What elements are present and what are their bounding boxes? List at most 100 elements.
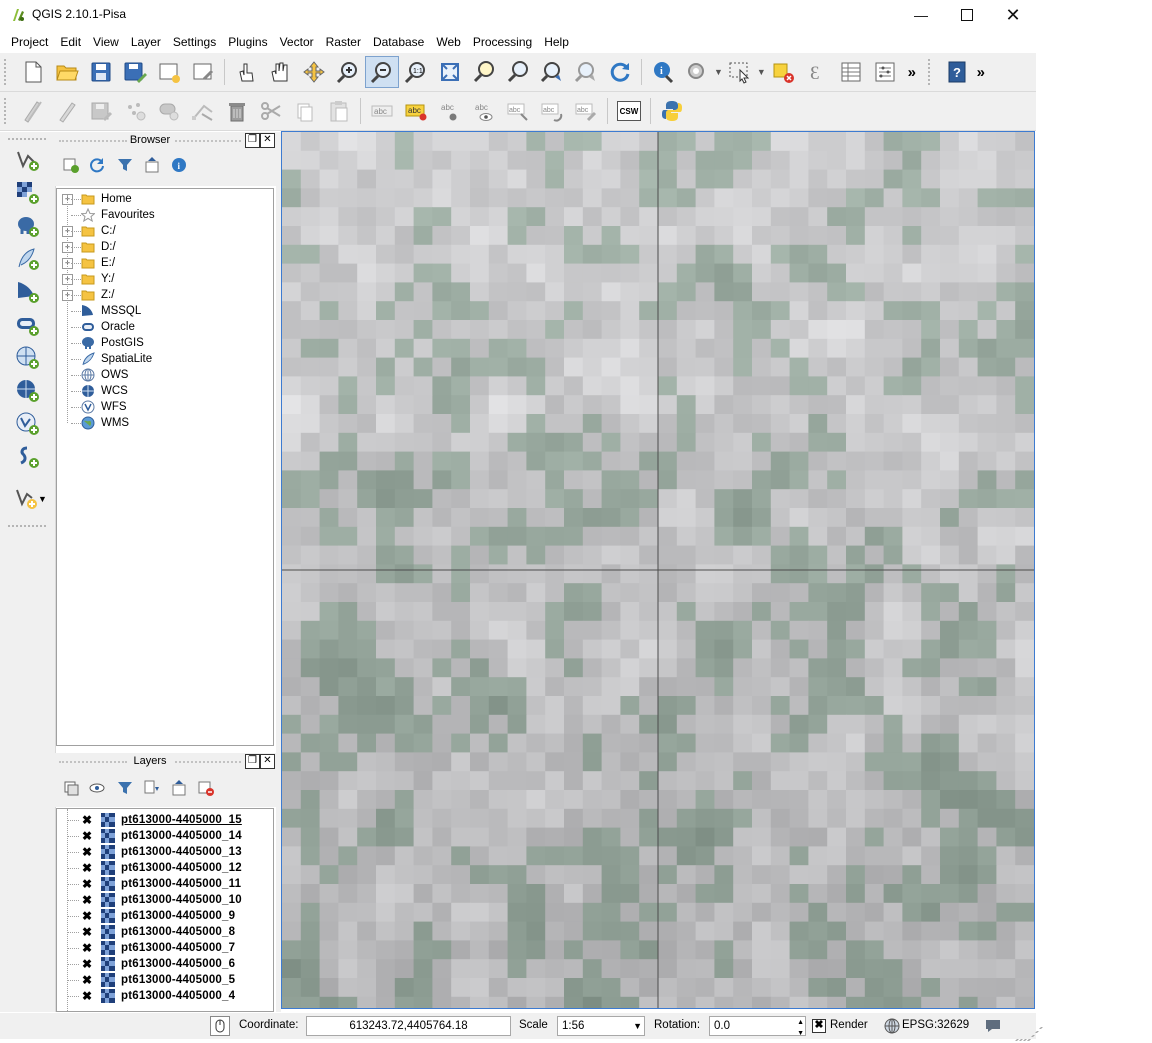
layer-row[interactable]: ✖ pt613000-4405000_5 (57, 972, 257, 988)
menu-web[interactable]: Web (430, 32, 466, 52)
menu-settings[interactable]: Settings (167, 32, 222, 52)
toolbar-handle[interactable] (4, 59, 12, 85)
toolbar-handle[interactable] (4, 98, 12, 124)
field-calculator-button[interactable]: Ɛ (800, 56, 834, 88)
menu-database[interactable]: Database (367, 32, 430, 52)
layer-row[interactable]: ✖ pt613000-4405000_15 (57, 812, 257, 828)
chevron-down-icon[interactable]: ▼ (38, 494, 47, 504)
python-console-button[interactable] (655, 95, 689, 127)
layer-row[interactable]: ✖ pt613000-4405000_9 (57, 908, 257, 924)
statistical-summary-button[interactable] (868, 56, 902, 88)
refresh-browser-button[interactable] (86, 154, 108, 176)
add-mssql-layer-button[interactable] (12, 276, 44, 308)
add-spatialite-layer-button[interactable] (12, 243, 44, 275)
menu-processing[interactable]: Processing (467, 32, 538, 52)
layer-labeling-options-button[interactable]: abc (365, 95, 399, 127)
run-feature-action-button[interactable] (680, 56, 714, 88)
menu-edit[interactable]: Edit (54, 32, 87, 52)
paste-features-button[interactable] (322, 95, 356, 127)
composer-manager-button[interactable] (186, 56, 220, 88)
toolbar-overflow-button[interactable]: » (902, 56, 922, 88)
render-checkbox[interactable]: ✖ (812, 1019, 826, 1033)
spin-down-icon[interactable]: ▼ (797, 1025, 804, 1043)
pan-to-selection-button[interactable] (297, 56, 331, 88)
layer-row[interactable]: ✖ pt613000-4405000_13 (57, 844, 257, 860)
toolbar-handle[interactable] (927, 59, 936, 85)
open-project-button[interactable] (50, 56, 84, 88)
change-label-button[interactable]: abc (569, 95, 603, 127)
new-project-button[interactable] (16, 56, 50, 88)
layer-visibility-checkbox[interactable]: ✖ (81, 830, 93, 842)
menu-vector[interactable]: Vector (274, 32, 320, 52)
filter-browser-button[interactable] (114, 154, 136, 176)
node-tool-button[interactable] (186, 95, 220, 127)
add-delimited-text-button[interactable] (12, 441, 44, 473)
menu-raster[interactable]: Raster (320, 32, 367, 52)
expand-all-button[interactable] (141, 777, 163, 799)
menu-view[interactable]: View (87, 32, 125, 52)
metasearch-csw-button[interactable]: CSW (612, 95, 646, 127)
crs-label[interactable]: EPSG:32629 (902, 1019, 969, 1031)
layer-visibility-checkbox[interactable]: ✖ (81, 894, 93, 906)
toolbar-handle[interactable] (8, 525, 46, 527)
remove-layer-button[interactable] (195, 777, 217, 799)
add-selected-layers-button[interactable] (60, 154, 82, 176)
zoom-out-button[interactable] (365, 56, 399, 88)
manage-map-themes-button[interactable] (60, 777, 82, 799)
collapse-all-button[interactable] (168, 777, 190, 799)
coordinate-field[interactable]: 613243.72,4405764.18 (306, 1016, 511, 1036)
layer-visibility-checkbox[interactable]: ✖ (81, 910, 93, 922)
refresh-button[interactable] (603, 56, 637, 88)
scale-combobox[interactable]: 1:56 ▼ (557, 1016, 645, 1036)
show-hide-labels-button[interactable]: abc (467, 95, 501, 127)
add-raster-layer-button[interactable] (12, 177, 44, 209)
zoom-in-button[interactable] (331, 56, 365, 88)
map-canvas[interactable] (281, 131, 1035, 1009)
layer-row[interactable]: ✖ pt613000-4405000_11 (57, 876, 257, 892)
layer-row[interactable]: ✖ pt613000-4405000_4 (57, 988, 257, 1004)
chevron-down-icon[interactable]: ▼ (757, 67, 766, 77)
add-vector-layer-button[interactable] (12, 144, 44, 176)
cut-features-button[interactable] (254, 95, 288, 127)
coordinate-toggle-button[interactable] (210, 1016, 230, 1036)
pin-labels-button[interactable]: abc (433, 95, 467, 127)
add-wms-layer-button[interactable] (12, 342, 44, 374)
touch-zoom-pan-button[interactable] (229, 56, 263, 88)
delete-selected-button[interactable] (220, 95, 254, 127)
layer-visibility-checkbox[interactable]: ✖ (81, 974, 93, 986)
zoom-native-button[interactable]: 1:1 (399, 56, 433, 88)
toolbar-overflow-button[interactable]: » (974, 56, 988, 88)
new-print-composer-button[interactable] (152, 56, 186, 88)
layer-row[interactable]: ✖ pt613000-4405000_6 (57, 956, 257, 972)
save-as-button[interactable] (118, 56, 152, 88)
add-wcs-layer-button[interactable] (12, 375, 44, 407)
layer-visibility-checkbox[interactable]: ✖ (81, 958, 93, 970)
menu-help[interactable]: Help (538, 32, 575, 52)
zoom-full-button[interactable] (433, 56, 467, 88)
layer-row[interactable]: ✖ pt613000-4405000_10 (57, 892, 257, 908)
layer-row[interactable]: ✖ pt613000-4405000_8 (57, 924, 257, 940)
toolbar-handle[interactable] (8, 138, 46, 140)
layer-visibility-checkbox[interactable]: ✖ (81, 846, 93, 858)
highlight-pinned-labels-button[interactable]: abc (399, 95, 433, 127)
rotation-spinbox[interactable]: 0.0 ▲ ▼ (709, 1016, 806, 1037)
pan-map-button[interactable] (263, 56, 297, 88)
layer-row[interactable]: ✖ pt613000-4405000_12 (57, 860, 257, 876)
add-wfs-layer-button[interactable] (12, 408, 44, 440)
copy-features-button[interactable] (288, 95, 322, 127)
rotate-label-button[interactable]: abc (535, 95, 569, 127)
undock-button[interactable]: ❐ (245, 133, 260, 148)
layer-visibility-checkbox[interactable]: ✖ (81, 990, 93, 1002)
layers-tree[interactable]: ✖ pt613000-4405000_4 ✖ pt613000-4405000_5 ✖ p… (56, 808, 274, 1012)
close-button[interactable]: ✕ (990, 0, 1036, 30)
message-log-icon[interactable] (984, 1018, 1002, 1034)
deselect-features-button[interactable] (766, 56, 800, 88)
move-feature-button[interactable] (152, 95, 186, 127)
menu-plugins[interactable]: Plugins (222, 32, 273, 52)
zoom-to-selection-button[interactable] (467, 56, 501, 88)
menu-project[interactable]: Project (5, 32, 54, 52)
properties-button[interactable]: i (168, 154, 190, 176)
layer-visibility-checkbox[interactable]: ✖ (81, 814, 93, 826)
menu-layer[interactable]: Layer (125, 32, 167, 52)
identify-features-button[interactable]: i (646, 56, 680, 88)
